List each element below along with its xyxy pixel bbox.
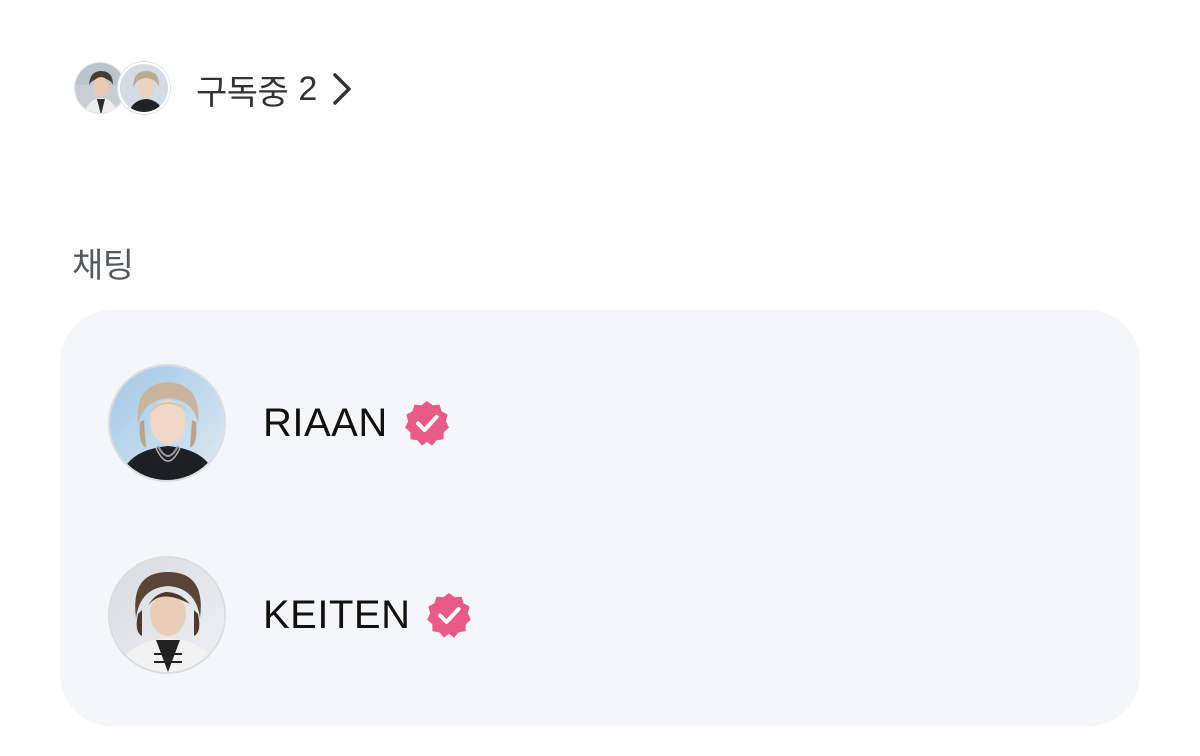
chat-avatar bbox=[108, 556, 226, 674]
verified-badge-icon bbox=[426, 592, 472, 638]
chevron-right-icon bbox=[331, 71, 353, 107]
chat-avatar bbox=[108, 364, 226, 482]
verified-badge-icon bbox=[404, 400, 450, 446]
chat-room-keiten[interactable]: KEITEN bbox=[108, 555, 1068, 675]
subscribed-avatar-2 bbox=[118, 62, 170, 114]
chat-room-riaan[interactable]: RIAAN bbox=[108, 363, 1068, 483]
subscribed-avatars bbox=[74, 62, 172, 116]
chat-room-name: RIAAN bbox=[263, 400, 388, 445]
chat-list-card: RIAAN KEITEN bbox=[60, 310, 1140, 726]
subscription-page: 구독중 2 채팅 RIAAN KEITEN bbox=[0, 0, 1200, 756]
subscribed-count: 2 bbox=[298, 69, 318, 108]
chat-section-title: 채팅 bbox=[72, 247, 134, 285]
subscribed-label: 구독중 bbox=[196, 73, 289, 112]
chat-room-name: KEITEN bbox=[263, 592, 411, 637]
subscribed-artists-link[interactable]: 구독중 2 bbox=[74, 62, 353, 116]
